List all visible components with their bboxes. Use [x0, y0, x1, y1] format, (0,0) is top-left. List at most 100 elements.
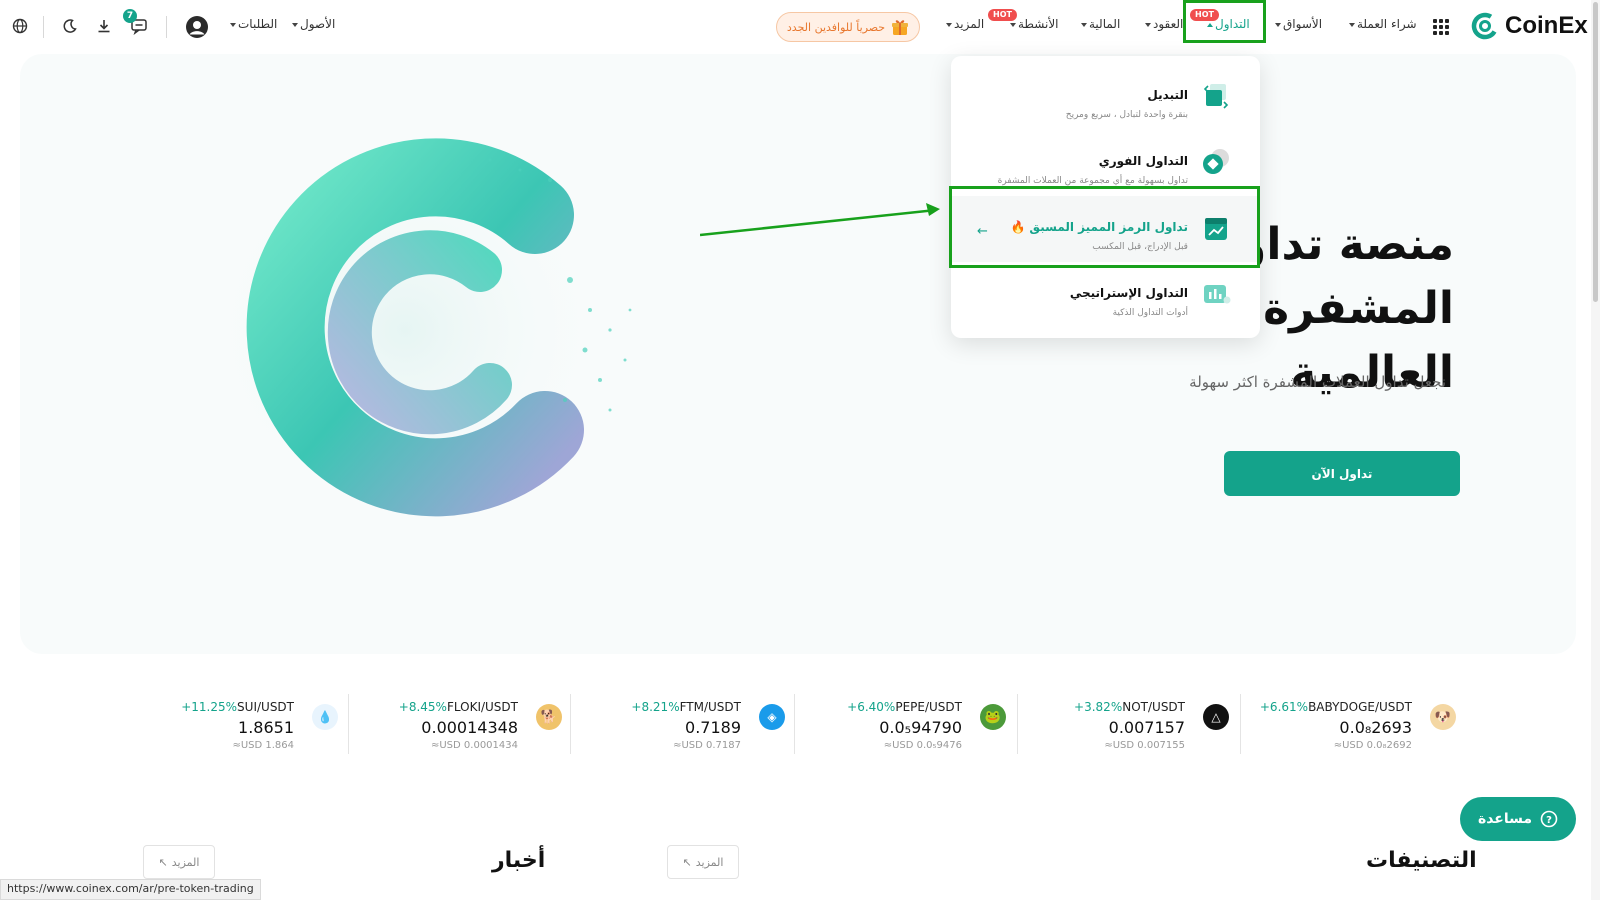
language-globe-icon[interactable]	[9, 15, 31, 37]
nav-orders-label: الطلبات	[238, 17, 278, 31]
ticker-change: +8.45%	[398, 700, 447, 714]
download-icon[interactable]	[93, 15, 115, 37]
trade-now-button[interactable]: تداول الآن	[1224, 451, 1460, 496]
annotation-highlight-box	[1183, 0, 1266, 43]
coinex-logo-icon	[1471, 12, 1499, 40]
hero-subtitle: نجعل تداول العملات المشفرة اكثر سهولة	[1189, 373, 1446, 391]
divider	[166, 16, 167, 38]
ticker-pair-name: SUI/USDT	[237, 700, 294, 714]
nav-finance-label: المالية	[1089, 17, 1121, 31]
ticker-pair-name: PEPE/USDT	[895, 700, 962, 714]
ticker-price: 0.7189	[685, 718, 741, 737]
nav-assets-label: الأصول	[300, 17, 336, 31]
top-navigation: CoinEx شراء العملة الأسواق التداول HOT ا…	[0, 0, 1600, 54]
arrow-up-left-icon: ↖	[158, 855, 168, 869]
rankings-heading: التصنيفات	[1366, 848, 1477, 873]
nav-more[interactable]: المزيد	[944, 17, 984, 31]
apps-grid-icon[interactable]	[1430, 16, 1452, 38]
ticker-pair: +8.45%FLOKI/USDT	[399, 700, 518, 714]
nav-finance[interactable]: المالية	[1079, 17, 1120, 31]
chevron-down-icon	[292, 22, 298, 27]
ticker-pair-name: NOT/USDT	[1122, 700, 1185, 714]
nav-orders[interactable]: الطلبات	[228, 17, 277, 31]
coinex-3d-logo-graphic	[190, 120, 660, 540]
gift-icon	[891, 18, 909, 36]
nav-buy-crypto[interactable]: شراء العملة	[1347, 17, 1417, 31]
nav-activities[interactable]: الأنشطة	[1008, 17, 1059, 31]
dropdown-item-title: التداول الفوري	[1098, 154, 1188, 168]
promo-label: حصرياً للوافدين الجدد	[786, 20, 886, 34]
dropdown-item-convert[interactable]: التبديل بنقرة واحدة لتبادل ، سريع ومريح	[951, 64, 1260, 130]
sui-icon: 💧	[312, 704, 338, 730]
chevron-down-icon	[1010, 22, 1016, 27]
annotation-highlight-box	[949, 186, 1260, 268]
not-icon: △	[1203, 704, 1229, 730]
ticker-change: +8.21%	[631, 700, 680, 714]
page-scrollbar[interactable]	[1591, 0, 1600, 900]
news-heading: أخبار	[492, 848, 546, 873]
nav-markets[interactable]: الأسواق	[1273, 17, 1322, 31]
svg-text:?: ?	[1546, 815, 1552, 826]
chevron-down-icon	[946, 22, 952, 27]
ticker-price: 0.0₈2693	[1339, 718, 1412, 737]
chevron-down-icon	[1275, 22, 1281, 27]
rankings-more-button[interactable]: ↖ المزيد	[143, 845, 215, 879]
nav-more-label: المزيد	[954, 17, 985, 31]
divider	[1240, 694, 1241, 754]
nav-buy-crypto-label: شراء العملة	[1357, 17, 1417, 31]
dropdown-item-desc: بنقرة واحدة لتبادل ، سريع ومريح	[1065, 110, 1188, 120]
ticker-pair-name: FTM/USDT	[679, 700, 741, 714]
ticker-change: +11.25%	[181, 700, 238, 714]
ticker-change: +6.61%	[1259, 700, 1309, 714]
browser-status-bar: https://www.coinex.com/ar/pre-token-trad…	[0, 879, 261, 900]
ticker-pair: +3.82%NOT/USDT	[1074, 700, 1185, 714]
nav-assets[interactable]: الأصول	[290, 17, 335, 31]
ticker-pair: +6.61%BABYDOGE/USDT	[1260, 700, 1412, 714]
dropdown-item-title: التبديل	[1147, 88, 1188, 102]
convert-icon	[1200, 80, 1232, 112]
pepe-icon: 🐸	[980, 704, 1006, 730]
chevron-down-icon	[1349, 22, 1355, 27]
ticker-item[interactable]: 💧 +11.25%SUI/USDT 1.8651 ≈USD 1.864	[102, 694, 338, 760]
divider	[43, 16, 44, 38]
help-label: مساعدة	[1477, 811, 1533, 827]
question-circle-icon: ?	[1540, 810, 1558, 828]
nav-futures[interactable]: العقود	[1143, 17, 1183, 31]
nav-activities-label: الأنشطة	[1018, 17, 1059, 31]
news-more-button[interactable]: ↖ المزيد	[667, 845, 739, 879]
ticker-pair-name: BABYDOGE/USDT	[1308, 700, 1412, 714]
hot-badge: HOT	[988, 9, 1017, 21]
ticker-change: +3.82%	[1074, 700, 1123, 714]
chevron-down-icon	[1081, 22, 1087, 27]
more-label: المزيد	[171, 855, 200, 869]
dropdown-item-desc: تداول بسهولة مع أي مجموعة من العملات الم…	[997, 176, 1188, 186]
more-label: المزيد	[695, 855, 724, 869]
avatar[interactable]	[185, 15, 209, 39]
babydoge-icon: 🐶	[1430, 704, 1456, 730]
chevron-down-icon	[1145, 22, 1151, 27]
ticker-item[interactable]: △ +3.82%NOT/USDT 0.007157 ≈USD 0.007155	[993, 694, 1229, 760]
dropdown-item-title: التداول الإستراتيجي	[1069, 286, 1188, 300]
ticker-change: +6.40%	[847, 700, 896, 714]
ticker-item[interactable]: ◈ +8.21%FTM/USDT 0.7189 ≈USD 0.7187	[549, 694, 785, 760]
ticker-item[interactable]: 🐸 +6.40%PEPE/USDT 0.0₅94790 ≈USD 0.0₅947…	[770, 694, 1006, 760]
ticker-item[interactable]: 🐶 +6.61%BABYDOGE/USDT 0.0₈2693 ≈USD 0.0₈…	[1220, 694, 1456, 760]
ticker-usd: ≈USD 0.0001434	[430, 740, 518, 751]
ticker-usd: ≈USD 0.0₅9476	[883, 740, 962, 751]
ticker-usd: ≈USD 0.007155	[1104, 740, 1185, 751]
ticker-usd: ≈USD 0.0₈2692	[1333, 740, 1412, 751]
divider	[1017, 694, 1018, 754]
dark-mode-moon-icon[interactable]	[59, 15, 81, 37]
help-button[interactable]: مساعدة ?	[1460, 797, 1576, 841]
nav-futures-label: العقود	[1153, 17, 1184, 31]
new-user-promo-button[interactable]: حصرياً للوافدين الجدد	[776, 12, 920, 42]
scrollbar-thumb[interactable]	[1593, 2, 1598, 302]
dropdown-item-strategy-trading[interactable]: التداول الإستراتيجي أدوات التداول الذكية	[951, 262, 1260, 328]
brand-name: CoinEx	[1505, 12, 1588, 39]
ticker-pair: +11.25%SUI/USDT	[181, 700, 294, 714]
coinex-logo[interactable]: CoinEx	[1471, 12, 1588, 40]
ticker-pair: +8.21%FTM/USDT	[631, 700, 741, 714]
divider	[348, 694, 349, 754]
ticker-item[interactable]: 🐕 +8.45%FLOKI/USDT 0.00014348 ≈USD 0.000…	[326, 694, 562, 760]
strategy-trading-icon	[1200, 278, 1232, 310]
